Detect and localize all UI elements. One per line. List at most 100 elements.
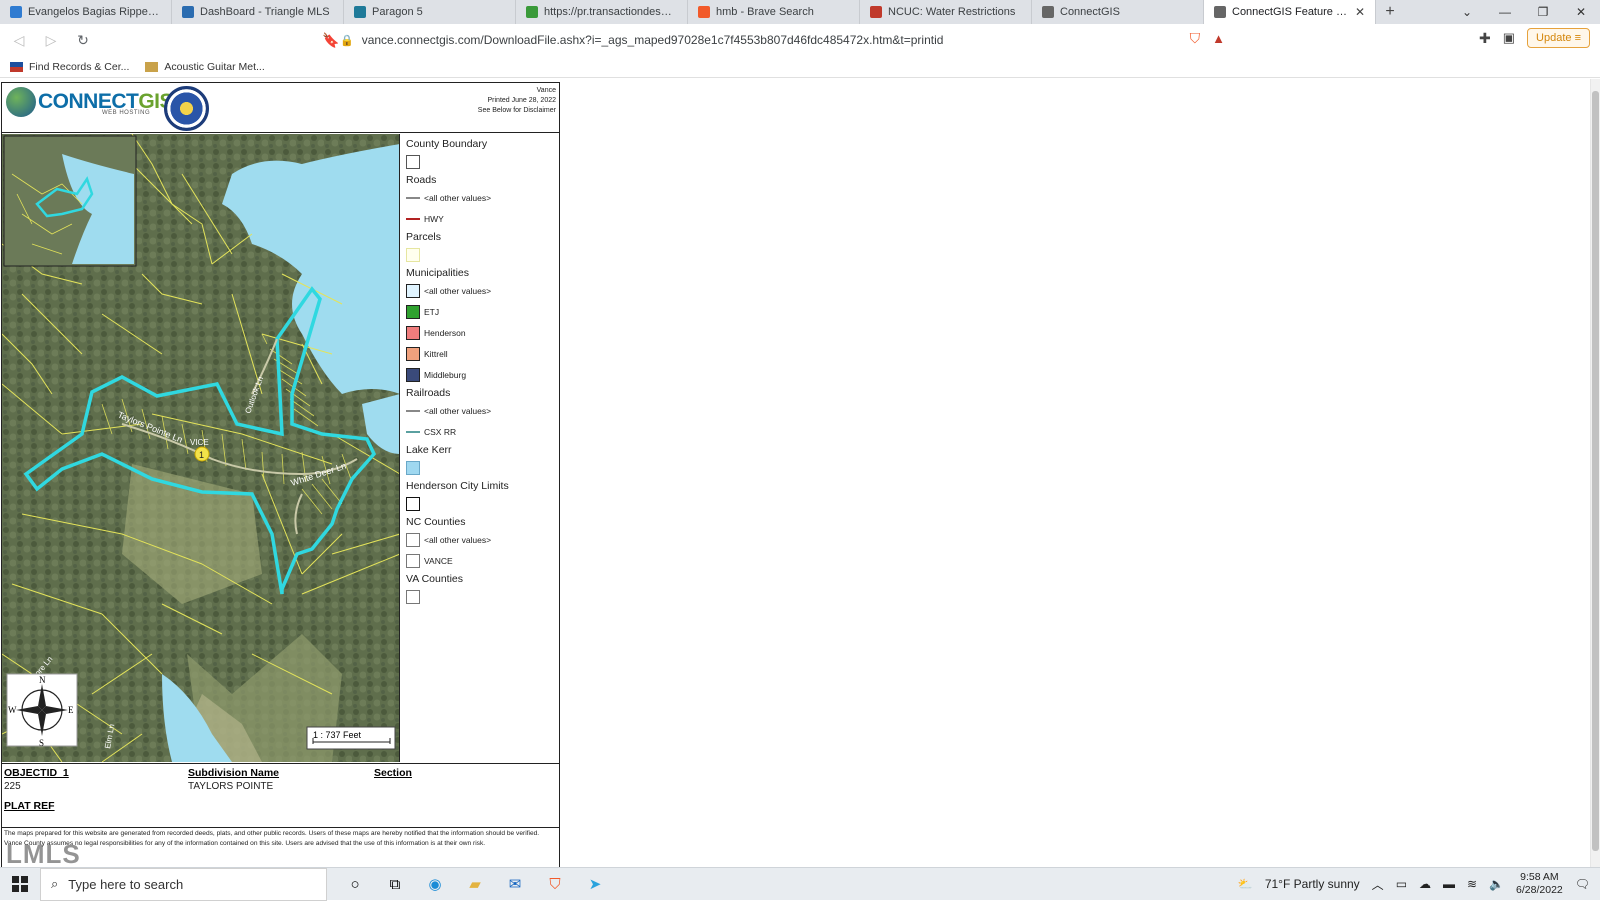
bookmark-acoustic-guitar[interactable]: Acoustic Guitar Met... [145,61,265,73]
legend-box-swatch [406,589,420,604]
meet-now-icon[interactable]: ▭ [1396,877,1407,891]
page-content: CONNECTGIS WEB HOSTING Vance Printed Jun… [0,79,1590,869]
weather-text[interactable]: 71°F Partly sunny [1265,877,1360,891]
legend-box-swatch [406,496,420,511]
legend-section-title: Henderson City Limits [406,480,509,492]
onedrive-icon[interactable]: ☁ [1419,877,1431,891]
mls-icon [182,6,194,18]
legend-item-label: <all other values> [424,405,492,416]
notifications-icon[interactable]: 🗨 [1575,877,1590,891]
report-header: CONNECTGIS WEB HOSTING Vance Printed Jun… [2,83,559,133]
address-bar[interactable]: 🔒 vance.connectgis.com/DownloadFile.ashx… [340,28,1195,52]
tab-6[interactable]: ConnectGIS [1032,0,1204,24]
disclaimer-text: The maps prepared for this website are g… [2,827,559,867]
scrollbar-thumb[interactable] [1592,91,1599,851]
svg-text:N: N [39,675,46,685]
legend-item: <all other values> [406,187,556,208]
forward-button[interactable]: ▷ [42,32,60,49]
restore-button[interactable]: ❐ [1524,0,1562,24]
weather-icon[interactable]: ⛅ [1238,877,1253,891]
tab-5[interactable]: NCUC: Water Restrictions [860,0,1032,24]
bookmark-find-records[interactable]: Find Records & Cer... [10,61,129,73]
volume-icon[interactable]: 🔈 [1489,877,1504,891]
tab-title: DashBoard - Triangle MLS [200,6,330,18]
task-view-icon[interactable]: ⧉ [381,870,409,898]
bookmarks-bar: Find Records & Cer... Acoustic Guitar Me… [0,56,1600,78]
tab-title: NCUC: Water Restrictions [888,6,1016,18]
legend-section-title: VA Counties [406,573,464,585]
legend-box-swatch [406,325,420,340]
legend-item: <all other values> [406,529,556,550]
close-window-button[interactable]: ✕ [1562,0,1600,24]
legend-item-label: <all other values> [424,534,492,545]
browser-toolbar: ◁ ▷ ↻ 🔖 🔒 vance.connectgis.com/DownloadF… [0,24,1600,56]
legend-box-swatch [406,460,420,475]
legend-item-label: CSX RR [424,426,457,437]
chevron-up-icon[interactable]: ︿ [1372,876,1384,893]
vertical-scrollbar[interactable] [1590,79,1600,867]
map-canvas[interactable]: 1 VICE Taylors Pointe Ln White Deer Ln O… [2,134,400,762]
feature-report: CONNECTGIS WEB HOSTING Vance Printed Jun… [1,82,560,868]
legend-box-swatch [406,553,420,568]
start-button[interactable] [0,876,40,892]
legend-item: <all other values> [406,400,556,421]
pinned-apps: ○ ⧉ ◉ ▰ ✉ ⛉ ➤ [341,870,609,898]
extensions-icon[interactable]: ✚ [1479,30,1491,47]
legend-item [406,244,556,265]
overview-inset [3,135,137,267]
reload-button[interactable]: ↻ [74,32,92,49]
brave-shield-icon[interactable]: ⛉ [1190,30,1201,47]
wallet-icon[interactable]: ▣ [1503,30,1515,46]
globe-icon [1214,6,1226,18]
taskbar-search[interactable]: ⌕ Type here to search [40,867,327,901]
telegram-icon[interactable]: ➤ [581,870,609,898]
tab-2[interactable]: Paragon 5 [344,0,516,24]
back-button[interactable]: ◁ [10,32,28,49]
legend-box-swatch [406,346,420,361]
url-text[interactable]: vance.connectgis.com/DownloadFile.ashx?i… [362,33,944,47]
edge-icon[interactable]: ◉ [421,870,449,898]
tab-3[interactable]: https://pr.transactiondesk.com/ [516,0,688,24]
globe-icon [6,87,36,117]
outlook-icon[interactable]: ✉ [501,870,529,898]
subdivision-column: Subdivision Name TAYLORS POINTE [188,767,280,792]
tab-0[interactable]: Evangelos Bagias Rippey Family [0,0,172,24]
section-column: Section [374,767,412,779]
legend-item [406,457,556,478]
county-seal-icon [164,86,209,131]
tab-4[interactable]: hmb - Brave Search [688,0,860,24]
legend-item [406,151,556,172]
brave-taskbar-icon[interactable]: ⛉ [541,870,569,898]
mls-watermark: LMLS [6,839,81,869]
legend-section-title: NC Counties [406,516,466,528]
connectgis-logo: CONNECTGIS WEB HOSTING [6,87,174,117]
minimize-button[interactable]: — [1486,0,1524,24]
n-icon [10,6,22,18]
new-tab-button[interactable]: + [1376,0,1404,24]
tab-7[interactable]: ConnectGIS Feature Report ✕ [1204,0,1376,24]
flag-icon [870,6,882,18]
update-button[interactable]: Update ≡ [1527,28,1590,48]
legend-box-swatch [406,247,420,262]
tab-1[interactable]: DashBoard - Triangle MLS [172,0,344,24]
brave-rewards-icon[interactable]: ▲ [1212,31,1225,46]
battery-icon[interactable]: ▬ [1443,877,1455,891]
aerial-map[interactable]: 1 VICE Taylors Pointe Ln White Deer Ln O… [2,134,400,762]
tab-title: ConnectGIS [1060,6,1120,18]
close-tab-icon[interactable]: ✕ [1355,5,1365,19]
clock[interactable]: 9:58 AM 6/28/2022 [1516,871,1563,897]
legend-item: HWY [406,208,556,229]
wifi-icon[interactable]: ≋ [1467,877,1477,891]
tab-search-icon[interactable]: ⌄ [1448,0,1486,24]
objectid-column: OBJECTID_1 225 [4,767,69,792]
tab-title: Evangelos Bagias Rippey Family [28,6,161,18]
legend-line-swatch [406,409,420,412]
file-explorer-icon[interactable]: ▰ [461,870,489,898]
svg-text:E: E [68,705,74,715]
search-icon: ⌕ [51,876,59,891]
legend-box-swatch [406,154,420,169]
bookmark-icon[interactable]: 🔖 [322,32,340,49]
legend-line-swatch [406,430,420,433]
svg-text:W: W [8,705,17,715]
cortana-icon[interactable]: ○ [341,870,369,898]
